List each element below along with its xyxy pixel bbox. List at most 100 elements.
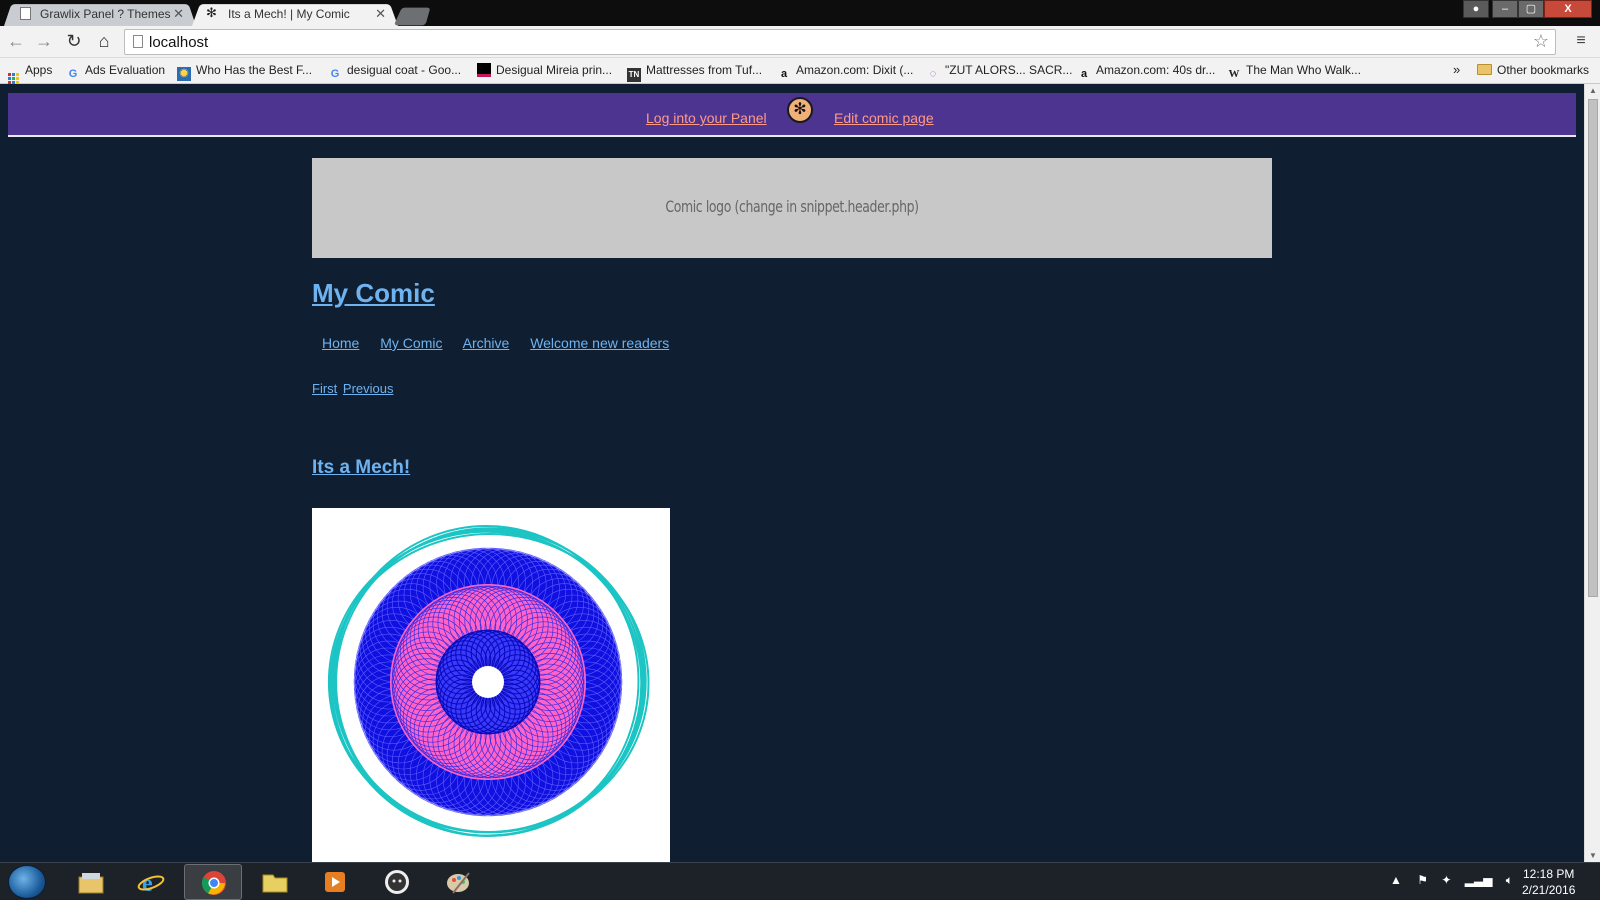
tab-strip: Grawlix Panel ? Themes ✕ ✻ Its a Mech! |… <box>0 0 1600 26</box>
bookmark-item[interactable]: ✹ Who Has the Best F... <box>177 63 312 81</box>
bookmark-item[interactable]: TN Mattresses from Tuf... <box>627 63 762 82</box>
show-hidden-icons-icon[interactable]: ▲ <box>1390 873 1402 887</box>
wikipedia-icon: W <box>1228 68 1240 80</box>
media-player-icon[interactable] <box>306 864 364 900</box>
bookmark-apps[interactable]: Apps <box>8 63 52 84</box>
folder-icon <box>1477 64 1492 75</box>
user-icon[interactable]: ● <box>1463 0 1489 18</box>
comic-title[interactable]: Its a Mech! <box>312 457 410 479</box>
bookmark-item[interactable]: Gdesigual coat - Goo... <box>328 63 461 81</box>
bookmark-label: Who Has the Best F... <box>196 63 313 77</box>
previous-link[interactable]: Previous <box>343 381 394 396</box>
site-icon: ✹ <box>177 67 191 81</box>
site-icon <box>477 63 491 77</box>
tab-label: Grawlix Panel ? Themes <box>40 7 171 21</box>
volume-icon[interactable]: 🔈︎ <box>1506 873 1513 887</box>
address-text: localhost <box>149 34 209 51</box>
bookmark-label: Other bookmarks <box>1497 63 1590 77</box>
start-button[interactable] <box>8 865 46 899</box>
clock-date: 2/21/2016 <box>1522 883 1576 897</box>
forward-arrow-icon[interactable]: → <box>32 30 56 54</box>
taskbar: e ▲ ⚑ ✦ ▂▃▅ 🔈︎ 12:18 PM 2/21/2016 <box>0 862 1600 900</box>
minimize-button[interactable]: – <box>1492 0 1518 18</box>
page-content: Log into your Panel ✻ Edit comic page Co… <box>0 84 1584 862</box>
bookmark-item[interactable]: a Amazon.com: 40s dr... <box>1077 63 1215 81</box>
bookmark-star-icon[interactable]: ☆ <box>1533 31 1549 52</box>
nav-welcome[interactable]: Welcome new readers <box>530 335 669 351</box>
tab-label: Its a Mech! | My Comic <box>228 7 350 21</box>
clock[interactable]: 12:18 PM 2/21/2016 <box>1522 866 1575 898</box>
bookmark-item[interactable]: ◌ "ZUT ALORS... SACR... <box>926 63 1073 81</box>
github-icon[interactable] <box>368 864 426 900</box>
bookmark-item[interactable]: Desigual Mireia prin... <box>477 63 612 77</box>
comic-image <box>312 508 670 862</box>
edit-comic-link[interactable]: Edit comic page <box>834 110 934 126</box>
google-icon: G <box>68 68 78 80</box>
maximize-button[interactable]: ▢ <box>1518 0 1544 18</box>
bookmark-label: The Man Who Walk... <box>1246 63 1361 77</box>
close-window-button[interactable]: X <box>1544 0 1592 18</box>
apps-icon <box>8 73 19 84</box>
bookmark-label: Amazon.com: Dixit (... <box>796 63 914 77</box>
google-icon: G <box>330 68 340 80</box>
menu-icon[interactable]: ≡ <box>1572 32 1590 50</box>
login-link[interactable]: Log into your Panel <box>646 110 767 126</box>
bookmark-label: desigual coat - Goo... <box>347 63 462 77</box>
nav-my-comic[interactable]: My Comic <box>380 335 442 351</box>
bookmark-label: Apps <box>25 63 53 77</box>
clock-time: 12:18 PM <box>1523 867 1575 881</box>
site-icon: ◌ <box>929 68 937 80</box>
reload-icon[interactable]: ↻ <box>62 30 86 54</box>
bookmark-label: "ZUT ALORS... SACR... <box>945 63 1073 77</box>
svg-text:e: e <box>142 871 153 895</box>
page-scrollbar[interactable]: ▲ ▼ <box>1584 84 1600 862</box>
scroll-down-icon[interactable]: ▼ <box>1585 851 1600 860</box>
dropbox-icon[interactable]: ✦ <box>1441 873 1451 887</box>
nav-home[interactable]: Home <box>322 335 359 351</box>
grawlix-logo-icon: ✻ <box>787 97 813 123</box>
page-icon <box>20 7 31 20</box>
back-arrow-icon[interactable]: ← <box>4 30 28 54</box>
page-icon <box>133 35 143 48</box>
address-bar[interactable]: localhost ☆ <box>124 29 1556 55</box>
tab-comic-page[interactable]: ✻ Its a Mech! | My Comic ✕ <box>192 2 398 26</box>
close-icon[interactable]: ✕ <box>173 6 184 22</box>
scrollbar-thumb[interactable] <box>1588 99 1598 597</box>
scroll-up-icon[interactable]: ▲ <box>1585 86 1600 95</box>
bookmark-label: Ads Evaluation <box>85 63 166 77</box>
network-icon[interactable]: ▂▃▅ <box>1465 873 1493 887</box>
folder-icon[interactable] <box>246 864 304 900</box>
amazon-icon: a <box>780 68 788 80</box>
home-icon[interactable]: ⌂ <box>92 30 116 54</box>
bookmarks-overflow-button[interactable]: » <box>1453 62 1460 77</box>
browser-toolbar: ← → ↻ ⌂ localhost ☆ ≡ <box>0 26 1600 58</box>
bookmarks-bar: Apps G Ads Evaluation ✹ Who Has the Best F… <box>0 58 1600 84</box>
amazon-icon: a <box>1080 68 1088 80</box>
main-nav: Home My Comic Archive Welcome new reader… <box>322 335 686 351</box>
bookmark-label: Amazon.com: 40s dr... <box>1096 63 1216 77</box>
nav-archive[interactable]: Archive <box>463 335 510 351</box>
logo-placeholder-text: Comic logo (change in snippet.header.php… <box>665 197 919 216</box>
tab-grawlix-panel[interactable]: Grawlix Panel ? Themes ✕ <box>4 2 196 26</box>
comic-pager: First Previous <box>312 381 395 396</box>
paint-icon[interactable] <box>430 864 488 900</box>
new-tab-button[interactable] <box>393 7 431 26</box>
bookmark-item[interactable]: W The Man Who Walk... <box>1227 63 1361 81</box>
tn-icon: TN <box>627 68 641 82</box>
bookmark-item[interactable]: a Amazon.com: Dixit (... <box>777 63 913 81</box>
grawlix-icon: ✻ <box>206 5 217 20</box>
browser-window: Grawlix Panel ? Themes ✕ ✻ Its a Mech! |… <box>0 0 1600 900</box>
close-icon[interactable]: ✕ <box>375 6 386 22</box>
bookmark-label: Desigual Mireia prin... <box>496 63 613 77</box>
other-bookmarks[interactable]: Other bookmarks <box>1477 63 1589 77</box>
flag-icon[interactable]: ⚑ <box>1417 873 1428 887</box>
site-title[interactable]: My Comic <box>312 278 435 309</box>
system-tray: ▲ ⚑ ✦ ▂▃▅ 🔈︎ <box>1390 873 1513 888</box>
internet-explorer-icon[interactable]: e <box>122 864 180 900</box>
comic-logo[interactable]: Comic logo (change in snippet.header.php… <box>312 158 1272 258</box>
first-link[interactable]: First <box>312 381 337 396</box>
bookmark-item[interactable]: G Ads Evaluation <box>66 63 165 81</box>
explorer-icon[interactable] <box>62 864 120 900</box>
bookmark-label: Mattresses from Tuf... <box>646 63 763 77</box>
chrome-icon[interactable] <box>184 864 242 900</box>
